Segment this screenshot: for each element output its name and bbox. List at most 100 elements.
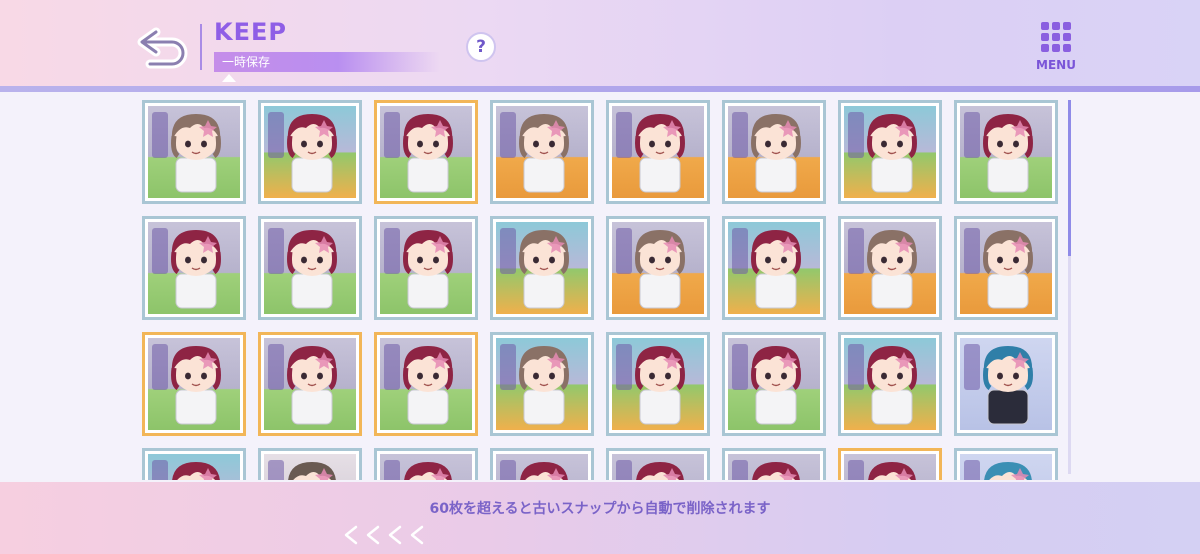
title-divider	[200, 24, 202, 70]
back-button[interactable]	[136, 26, 192, 70]
snapshot-thumbnail[interactable]	[954, 216, 1058, 320]
scrollbar-thumb[interactable]	[1068, 100, 1071, 256]
chibi-character-icon	[964, 460, 1032, 480]
chibi-character-icon	[732, 344, 801, 425]
snapshot-thumbnail[interactable]	[722, 100, 826, 204]
chibi-character-icon	[964, 228, 1033, 309]
snapshot-thumbnail[interactable]	[142, 216, 246, 320]
snapshot-thumbnail[interactable]	[258, 216, 362, 320]
snapshot-thumbnail[interactable]	[374, 100, 478, 204]
chibi-character-icon	[152, 112, 221, 193]
footer-notice: 60枚を超えると古いスナップから自動で削除されます	[429, 501, 771, 517]
snapshot-thumbnail[interactable]	[606, 216, 710, 320]
snapshot-thumbnail[interactable]	[374, 448, 478, 480]
grid-menu-icon	[1041, 22, 1071, 52]
chibi-character-icon	[268, 112, 337, 193]
caret-icon	[222, 74, 236, 82]
snapshot-thumbnail[interactable]	[722, 448, 826, 480]
snapshot-thumbnail[interactable]	[258, 332, 362, 436]
chibi-character-icon	[848, 344, 917, 425]
snapshot-grid	[142, 100, 1062, 480]
snapshot-thumbnail[interactable]	[490, 216, 594, 320]
snapshot-thumbnail[interactable]	[606, 100, 710, 204]
footer-bar	[0, 482, 1200, 554]
snapshot-image	[844, 222, 936, 314]
snapshot-thumbnail[interactable]	[606, 332, 710, 436]
chibi-character-icon	[384, 344, 453, 425]
snapshot-image	[844, 454, 936, 480]
snapshot-image	[496, 106, 588, 198]
chibi-character-icon	[616, 228, 685, 309]
chibi-character-icon	[616, 112, 685, 193]
snapshot-image	[844, 106, 936, 198]
snapshot-image	[612, 222, 704, 314]
snapshot-thumbnail[interactable]	[490, 332, 594, 436]
help-button[interactable]: ?	[466, 32, 496, 62]
snapshot-thumbnail[interactable]	[838, 100, 942, 204]
chibi-character-icon	[848, 460, 916, 480]
chevrons-left-icon	[344, 525, 424, 545]
menu-button[interactable]: MENU	[1034, 22, 1078, 74]
snapshot-thumbnail[interactable]	[490, 100, 594, 204]
page-title: KEEP	[214, 18, 287, 46]
snapshot-image	[148, 222, 240, 314]
chibi-character-icon	[616, 460, 684, 480]
snapshot-thumbnail[interactable]	[374, 216, 478, 320]
header-divider	[0, 86, 1200, 92]
snapshot-image	[148, 106, 240, 198]
snapshot-thumbnail[interactable]	[142, 332, 246, 436]
chibi-character-icon	[268, 228, 337, 309]
chibi-character-icon	[616, 344, 685, 425]
snapshot-thumbnail[interactable]	[954, 332, 1058, 436]
chibi-character-icon	[152, 344, 221, 425]
snapshot-image	[728, 106, 820, 198]
snapshot-image	[728, 454, 820, 480]
chibi-character-icon	[964, 344, 1033, 425]
scrollbar[interactable]	[1068, 100, 1071, 474]
chibi-character-icon	[964, 112, 1033, 193]
back-arrow-icon	[137, 27, 188, 69]
page-subtitle: 一時保存	[222, 55, 271, 69]
snapshot-image	[264, 338, 356, 430]
snapshot-image	[960, 454, 1052, 480]
snapshot-thumbnail[interactable]	[954, 100, 1058, 204]
question-icon: ?	[476, 37, 486, 57]
chibi-character-icon	[384, 460, 452, 480]
snapshot-thumbnail[interactable]	[142, 448, 246, 480]
snapshot-image	[612, 338, 704, 430]
snapshot-image	[264, 454, 356, 480]
snapshot-thumbnail[interactable]	[838, 448, 942, 480]
chibi-character-icon	[732, 460, 800, 480]
chibi-character-icon	[152, 460, 220, 480]
snapshot-thumbnail[interactable]	[722, 216, 826, 320]
chibi-character-icon	[500, 344, 569, 425]
snapshot-image	[960, 338, 1052, 430]
chibi-character-icon	[384, 112, 453, 193]
snapshot-thumbnail[interactable]	[142, 100, 246, 204]
snapshot-thumbnail[interactable]	[722, 332, 826, 436]
snapshot-image	[496, 222, 588, 314]
snapshot-image	[960, 222, 1052, 314]
snapshot-thumbnail[interactable]	[954, 448, 1058, 480]
snapshot-image	[728, 338, 820, 430]
snapshot-thumbnail[interactable]	[838, 332, 942, 436]
snapshot-image	[960, 106, 1052, 198]
snapshot-image	[380, 106, 472, 198]
snapshot-image	[496, 454, 588, 480]
page-back-button[interactable]	[338, 524, 438, 546]
snapshot-thumbnail[interactable]	[838, 216, 942, 320]
snapshot-image	[264, 106, 356, 198]
chibi-character-icon	[500, 112, 569, 193]
snapshot-thumbnail[interactable]	[490, 448, 594, 480]
snapshot-thumbnail[interactable]	[258, 448, 362, 480]
snapshot-thumbnail[interactable]	[606, 448, 710, 480]
chibi-character-icon	[732, 112, 801, 193]
snapshot-thumbnail[interactable]	[258, 100, 362, 204]
snapshot-image	[380, 338, 472, 430]
chibi-character-icon	[268, 460, 336, 480]
chibi-character-icon	[384, 228, 453, 309]
snapshot-thumbnail[interactable]	[374, 332, 478, 436]
snapshot-image	[380, 222, 472, 314]
snapshot-image	[612, 454, 704, 480]
chibi-character-icon	[848, 228, 917, 309]
